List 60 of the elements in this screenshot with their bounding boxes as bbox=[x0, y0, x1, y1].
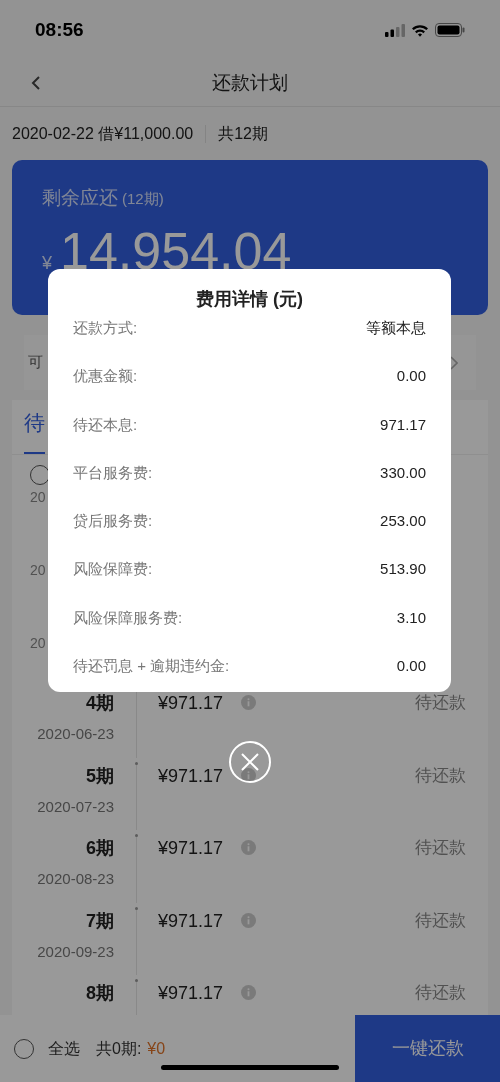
fee-value: 513.90 bbox=[380, 559, 426, 580]
fee-value: 0.00 bbox=[396, 366, 426, 387]
installment-amount: ¥971.17 bbox=[158, 909, 224, 933]
signal-icon bbox=[385, 23, 405, 37]
installment-amount: ¥971.17 bbox=[158, 764, 224, 788]
dialog-title: 费用详情 (元) bbox=[195, 288, 304, 311]
fee-label: 风险保障服务费: bbox=[73, 607, 183, 628]
close-icon bbox=[240, 752, 260, 772]
period-label: 4期 bbox=[86, 692, 114, 715]
wifi-icon bbox=[411, 23, 429, 37]
fee-label: 平台服务费: bbox=[73, 462, 153, 483]
fee-value: 等额本息 bbox=[366, 318, 426, 338]
fee-label: 待还罚息 + 逾期违约金: bbox=[73, 656, 230, 677]
selected-count: 共0期: bbox=[96, 1038, 142, 1059]
period-label: 6期 bbox=[86, 837, 114, 860]
period-count: 共12期 bbox=[217, 123, 268, 144]
filter-text: 可 bbox=[28, 352, 43, 373]
loan-info: 2020-02-22 借¥11,000.00 bbox=[12, 123, 195, 144]
installment-amount: ¥971.17 bbox=[158, 692, 224, 715]
fee-value: 253.00 bbox=[380, 511, 426, 532]
due-date: 2020-09-23 bbox=[37, 941, 114, 962]
date-text: 20 bbox=[30, 561, 46, 580]
info-icon[interactable] bbox=[241, 767, 257, 783]
fee-label: 待还本息: bbox=[73, 414, 138, 435]
page-title: 还款计划 bbox=[212, 70, 288, 95]
due-date: 2020-07-23 bbox=[37, 796, 114, 817]
total-amount: ¥0 bbox=[147, 1038, 166, 1059]
fee-label: 贷后服务费: bbox=[73, 511, 153, 532]
battery-icon bbox=[435, 23, 465, 37]
status-text: 待还款 bbox=[415, 909, 466, 932]
fee-label: 优惠金额: bbox=[73, 366, 138, 387]
balance-period: (12期) bbox=[122, 189, 164, 209]
balance-label: 剩余应还 bbox=[42, 186, 118, 210]
due-date: 2020-06-23 bbox=[37, 724, 114, 744]
close-button[interactable] bbox=[229, 741, 271, 783]
due-date: 2020-08-23 bbox=[37, 869, 114, 889]
balance-amount: 14,954.04 bbox=[60, 220, 292, 282]
fee-value: 3.10 bbox=[396, 607, 426, 628]
status-text: 待还款 bbox=[415, 764, 466, 787]
fee-value: 971.17 bbox=[380, 414, 426, 435]
repay-all-button[interactable]: 一键还款 bbox=[355, 1015, 500, 1082]
status-text: 待还款 bbox=[415, 692, 466, 714]
fee-value: 0.00 bbox=[396, 656, 426, 677]
currency-sign: ¥ bbox=[42, 251, 52, 275]
status-text: 待还款 bbox=[415, 837, 466, 859]
fee-label: 还款方式: bbox=[73, 318, 138, 338]
date-text: 20 bbox=[30, 488, 46, 507]
period-label: 5期 bbox=[86, 764, 114, 788]
chevron-icon bbox=[450, 355, 458, 370]
period-label: 7期 bbox=[86, 909, 114, 933]
fee-label: 风险保障费: bbox=[73, 559, 153, 580]
fee-value: 330.00 bbox=[380, 462, 426, 483]
installment-amount: ¥971.17 bbox=[158, 837, 224, 860]
status-time: 08:56 bbox=[35, 17, 84, 42]
tab[interactable]: 待 bbox=[24, 406, 45, 454]
period-label: 8期 bbox=[86, 982, 114, 1005]
status-text: 待还款 bbox=[415, 982, 466, 1004]
installment-amount: ¥971.17 bbox=[158, 982, 224, 1005]
date-text: 20 bbox=[30, 634, 46, 653]
select-all-label: 全选 bbox=[48, 1038, 80, 1059]
